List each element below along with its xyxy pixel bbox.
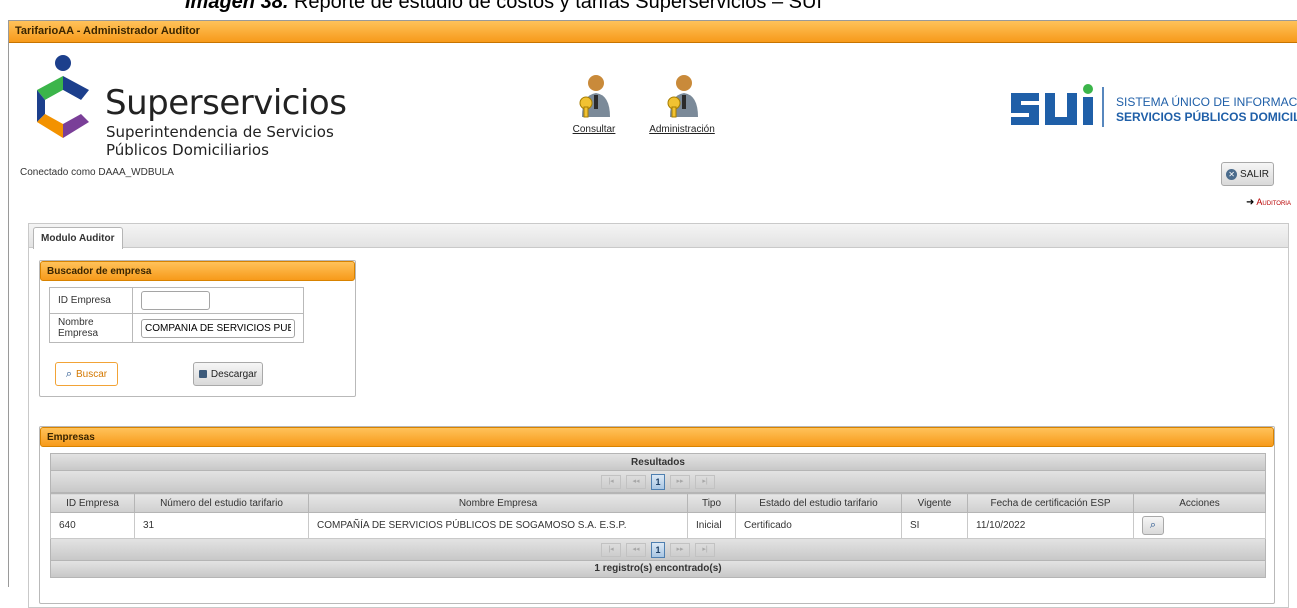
first-page-icon[interactable]: |◂	[601, 542, 621, 557]
app-window: TarifarioAA - Administrador Auditor Supe…	[8, 20, 1297, 608]
results-panel: Empresas Resultados |◂ ◂◂ 1 ▸▸ ▸| ID Emp…	[39, 426, 1275, 604]
nav-consultar[interactable]: Consultar	[564, 73, 624, 135]
user-key-icon	[667, 75, 698, 118]
results-grid: Resultados |◂ ◂◂ 1 ▸▸ ▸| ID Empresa Núme…	[50, 453, 1266, 578]
results-table: ID Empresa Número del estudio tarifario …	[50, 493, 1266, 539]
cell-acciones: ⌕	[1133, 512, 1266, 539]
cell-fecha: 11/10/2022	[967, 512, 1134, 539]
brand-subtitle-2: Públicos Domiciliarios	[106, 141, 269, 159]
search-panel: Buscador de empresa ID Empresa Nombre Em…	[39, 260, 356, 397]
search-button-label: Buscar	[76, 368, 108, 380]
pager-bottom: |◂ ◂◂ 1 ▸▸ ▸|	[50, 539, 1266, 561]
search-panel-title: Buscador de empresa	[40, 261, 355, 281]
cell-nombre: COMPAÑÍA DE SERVICIOS PÚBLICOS DE SOGAMO…	[308, 512, 688, 539]
cell-id: 640	[50, 512, 135, 539]
download-button[interactable]: Descargar	[193, 362, 263, 386]
window-title-bar: TarifarioAA - Administrador Auditor	[9, 21, 1297, 43]
results-panel-title: Empresas	[40, 427, 1274, 447]
current-page[interactable]: 1	[651, 541, 665, 558]
col-nombre-empresa[interactable]: Nombre Empresa	[308, 493, 688, 513]
col-estado[interactable]: Estado del estudio tarifario	[735, 493, 902, 513]
pager-top: |◂ ◂◂ 1 ▸▸ ▸|	[50, 471, 1266, 493]
view-detail-button[interactable]: ⌕	[1142, 516, 1164, 535]
user-key-icon	[579, 75, 610, 118]
sui-logo-icon	[1011, 84, 1104, 127]
cell-estudio: 31	[134, 512, 309, 539]
search-icon: ⌕	[65, 367, 73, 380]
search-button[interactable]: ⌕ Buscar	[55, 362, 118, 386]
cell-estado: Certificado	[735, 512, 902, 539]
col-acciones: Acciones	[1133, 493, 1266, 513]
brand-title: Superservicios	[105, 83, 347, 123]
save-icon	[198, 370, 207, 378]
prev-page-icon[interactable]: ◂◂	[626, 542, 646, 557]
tabs-header: Modulo Auditor	[29, 224, 1288, 249]
document-caption: Imagen 38. Reporte de estudio de costos …	[0, 0, 1297, 14]
nav-administracion[interactable]: Administración	[642, 73, 722, 135]
search-form: ID Empresa Nombre Empresa	[49, 287, 304, 343]
nav-administracion-link[interactable]: Administración	[642, 124, 722, 135]
caption-text: Reporte de estudio de costos y tarifas S…	[288, 0, 822, 13]
logout-button[interactable]: ✕ SALIR	[1221, 162, 1274, 186]
window-title: TarifarioAA - Administrador Auditor	[15, 25, 200, 37]
connected-user: Conectado como DAAA_WDBULA	[20, 167, 174, 178]
nombre-empresa-label: Nombre Empresa	[49, 313, 133, 343]
records-count: 1 registro(s) encontrado(s)	[50, 561, 1266, 578]
caption-label: Imagen 38.	[185, 0, 289, 13]
logout-label: SALIR	[1240, 168, 1269, 180]
id-empresa-input[interactable]	[141, 291, 210, 310]
brand-subtitle-1: Superintendencia de Servicios	[106, 123, 334, 141]
grid-title: Resultados	[50, 453, 1266, 471]
sui-title-line-1: SISTEMA ÚNICO DE INFORMACIÓN DE	[1116, 95, 1297, 109]
search-icon: ⌕	[1149, 519, 1157, 531]
superservicios-logo-icon	[37, 55, 89, 138]
col-fecha-certificacion[interactable]: Fecha de certificación ESP	[967, 493, 1134, 513]
tab-modulo-auditor[interactable]: Modulo Auditor	[33, 227, 123, 249]
nav-consultar-link[interactable]: Consultar	[564, 124, 624, 135]
prev-page-icon[interactable]: ◂◂	[626, 474, 646, 489]
col-tipo[interactable]: Tipo	[687, 493, 736, 513]
next-page-icon[interactable]: ▸▸	[670, 474, 690, 489]
last-page-icon[interactable]: ▸|	[695, 542, 715, 557]
tabs-panel: Modulo Auditor Buscador de empresa ID Em…	[28, 223, 1289, 608]
nombre-empresa-input[interactable]	[141, 318, 295, 338]
download-button-label: Descargar	[210, 368, 258, 380]
first-page-icon[interactable]: |◂	[601, 474, 621, 489]
col-id-empresa[interactable]: ID Empresa	[50, 493, 135, 513]
last-page-icon[interactable]: ▸|	[695, 474, 715, 489]
current-page[interactable]: 1	[651, 473, 665, 490]
close-icon: ✕	[1226, 168, 1238, 180]
next-page-icon[interactable]: ▸▸	[670, 542, 690, 557]
arrow-right-icon: ➜	[1246, 197, 1255, 208]
table-row: 640 31 COMPAÑÍA DE SERVICIOS PÚBLICOS DE…	[50, 512, 1266, 539]
cell-tipo: Inicial	[687, 512, 736, 539]
sui-title-line-2: SERVICIOS PÚBLICOS DOMICILIARIOS	[1116, 110, 1297, 124]
cell-vigente: SI	[901, 512, 968, 539]
audit-link[interactable]: ➜ Auditoria	[1246, 197, 1291, 208]
col-vigente[interactable]: Vigente	[901, 493, 968, 513]
audit-link-label: Auditoria	[1256, 197, 1291, 207]
id-empresa-label: ID Empresa	[49, 287, 133, 314]
col-numero-estudio[interactable]: Número del estudio tarifario	[134, 493, 309, 513]
